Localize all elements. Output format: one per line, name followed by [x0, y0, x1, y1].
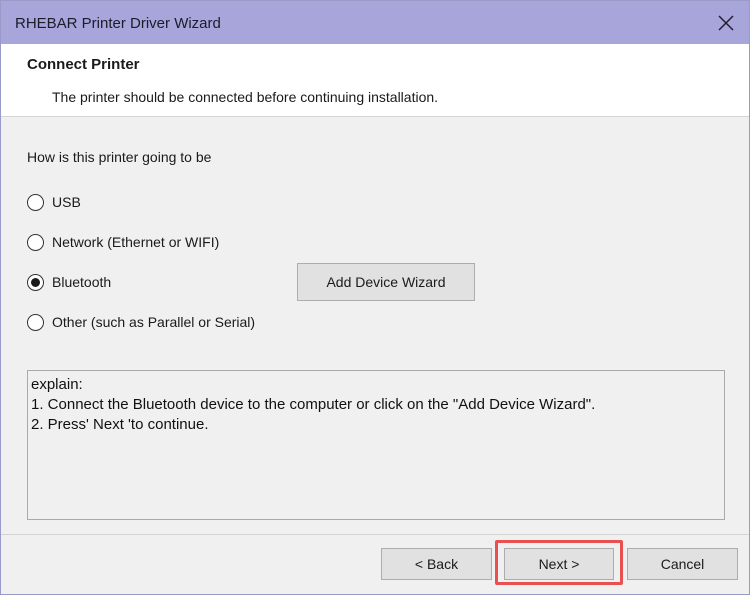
radio-button[interactable] — [27, 233, 44, 251]
connection-question: How is this printer going to be — [27, 149, 212, 165]
title-bar[interactable]: RHEBAR Printer Driver Wizard — [1, 1, 749, 44]
next-button[interactable]: Next > — [504, 548, 614, 580]
radio-button[interactable] — [27, 193, 44, 211]
wizard-window: RHEBAR Printer Driver Wizard Connect Pri… — [0, 0, 750, 595]
radio-label-usb: USB — [52, 194, 81, 210]
wizard-header: Connect Printer The printer should be co… — [1, 44, 749, 117]
radio-usb[interactable]: USB — [27, 192, 81, 212]
radio-label-other: Other (such as Parallel or Serial) — [52, 314, 256, 330]
radio-label-bluetooth: Bluetooth — [52, 274, 112, 290]
radio-button-selected[interactable] — [27, 273, 44, 291]
footer-divider — [1, 534, 749, 535]
window-title: RHEBAR Printer Driver Wizard — [15, 15, 221, 32]
back-button[interactable]: < Back — [381, 548, 492, 580]
page-subtitle: The printer should be connected before c… — [52, 89, 439, 105]
radio-button[interactable] — [27, 313, 44, 331]
explain-textbox[interactable]: explain: 1. Connect the Bluetooth device… — [27, 370, 725, 520]
close-icon — [718, 15, 734, 30]
radio-selected-dot — [31, 277, 40, 287]
radio-label-network: Network (Ethernet or WIFI) — [52, 234, 220, 250]
radio-network[interactable]: Network (Ethernet or WIFI) — [27, 232, 219, 252]
page-title: Connect Printer — [27, 56, 140, 73]
radio-bluetooth[interactable]: Bluetooth — [27, 272, 111, 292]
cancel-button[interactable]: Cancel — [627, 548, 738, 580]
add-device-wizard-button[interactable]: Add Device Wizard — [297, 263, 475, 301]
radio-other[interactable]: Other (such as Parallel or Serial) — [27, 312, 255, 332]
close-button[interactable] — [703, 1, 749, 44]
